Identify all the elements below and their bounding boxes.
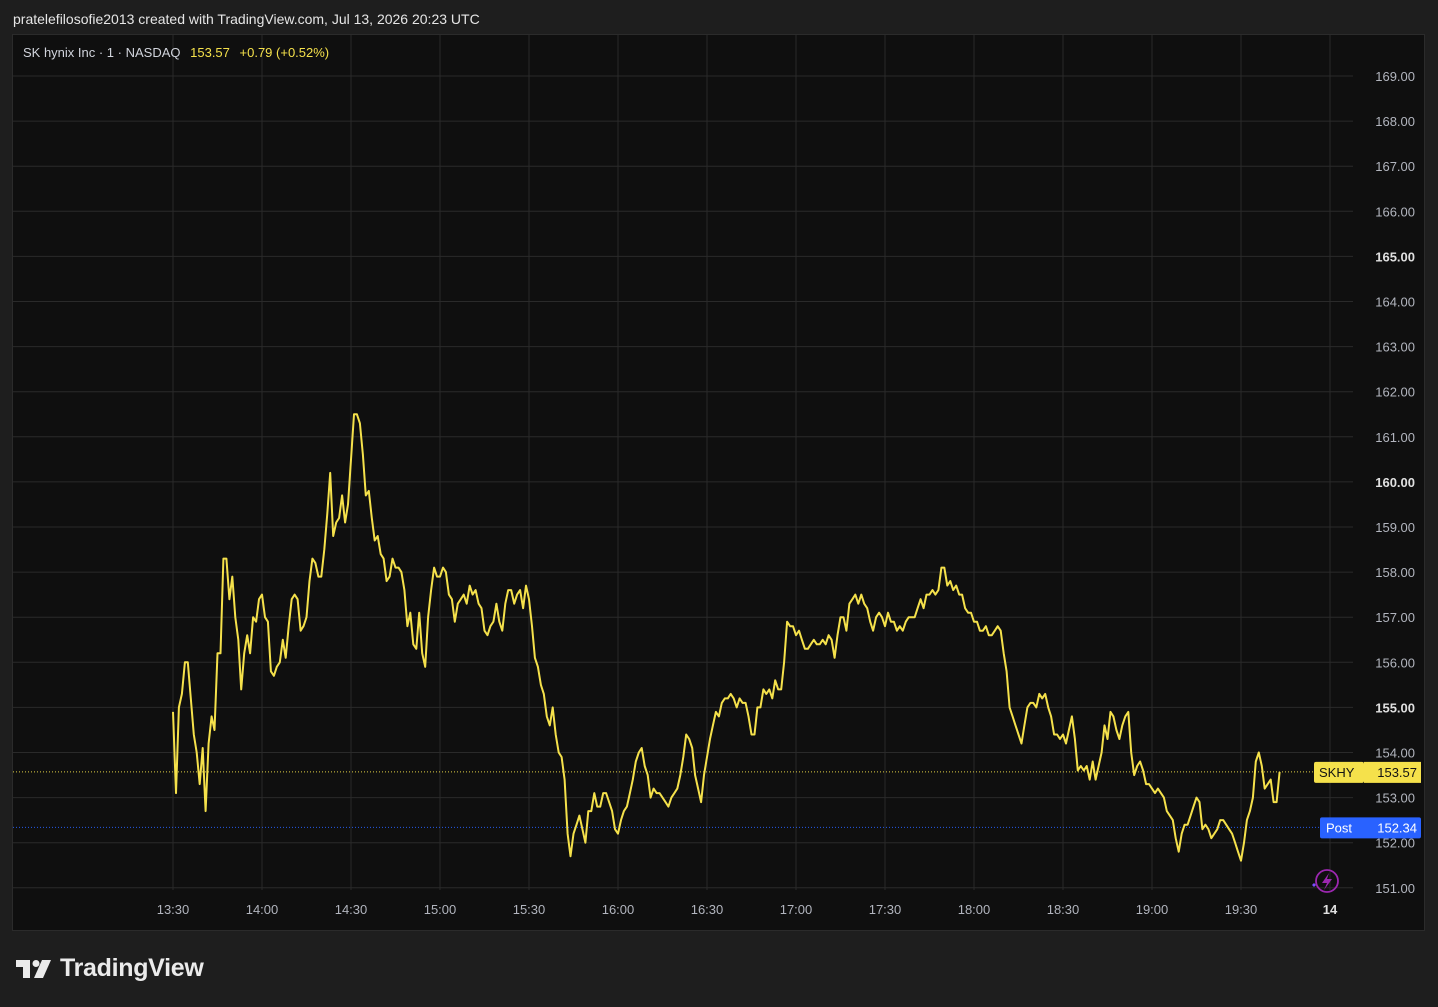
symbol-legend: SK hynix Inc · 1 · NASDAQ 153.57 +0.79 (… bbox=[23, 45, 329, 60]
time-axis-tick-label: 16:00 bbox=[602, 902, 635, 917]
price-axis-tick-label: 169.00 bbox=[1375, 69, 1415, 84]
lightning-bolt-icon[interactable] bbox=[1312, 869, 1339, 893]
time-axis-tick-label: 19:00 bbox=[1136, 902, 1169, 917]
price-axis-tick-label: 166.00 bbox=[1375, 204, 1415, 219]
tradingview-logo-text: TradingView bbox=[60, 954, 204, 982]
last-price-symbol: SKHY bbox=[1319, 765, 1355, 780]
last-price-label: SKHY 153.57 bbox=[1314, 761, 1421, 783]
tradingview-logo[interactable]: TradingView bbox=[16, 954, 204, 983]
price-axis-tick-label: 159.00 bbox=[1375, 520, 1415, 535]
legend-price: 153.57 bbox=[190, 45, 230, 60]
time-axis-tick-label: 19:30 bbox=[1225, 902, 1258, 917]
time-axis-tick-label: 13:30 bbox=[157, 902, 190, 917]
price-axis-tick-label: 164.00 bbox=[1375, 295, 1415, 310]
time-axis-tick-label: 16:30 bbox=[691, 902, 724, 917]
price-axis-tick-label: 167.00 bbox=[1375, 159, 1415, 174]
time-axis-tick-label: 14:30 bbox=[335, 902, 368, 917]
price-axis-tick-label: 165.00 bbox=[1375, 249, 1415, 264]
time-axis-tick-label: 15:00 bbox=[424, 902, 457, 917]
price-axis-tick-label: 154.00 bbox=[1375, 746, 1415, 761]
time-axis-tick-label: 17:30 bbox=[869, 902, 902, 917]
price-axis-tick-label: 158.00 bbox=[1375, 565, 1415, 580]
price-series-line bbox=[172, 413, 1281, 862]
legend-symbol: SK hynix Inc · 1 · NASDAQ bbox=[23, 45, 181, 60]
chart-pane[interactable]: 151.00 152.00 153.00 154.00 155.00 156.00 157.… bbox=[12, 34, 1425, 931]
post-price-text: Post bbox=[1326, 820, 1352, 835]
tradingview-logo-icon bbox=[16, 959, 51, 978]
price-axis-tick-label: 160.00 bbox=[1375, 475, 1415, 490]
price-axis-tick-label: 162.00 bbox=[1375, 385, 1415, 400]
legend-change: +0.79 (+0.52%) bbox=[239, 45, 330, 60]
price-axis-tick-label: 151.00 bbox=[1375, 881, 1415, 896]
last-price-value: 153.57 bbox=[1377, 765, 1417, 780]
time-axis-tick-label: 15:30 bbox=[513, 902, 546, 917]
price-axis-tick-label: 168.00 bbox=[1375, 114, 1415, 129]
price-axis-tick-label: 163.00 bbox=[1375, 340, 1415, 355]
time-axis-tick-label: 18:30 bbox=[1047, 902, 1080, 917]
post-price-value: 152.34 bbox=[1377, 820, 1417, 835]
price-axis-tick-label: 155.00 bbox=[1375, 700, 1415, 715]
chart-credit-line: pratelefilosofie2013 created with Tradin… bbox=[13, 11, 480, 27]
price-axis-tick-label: 157.00 bbox=[1375, 610, 1415, 625]
time-axis-tick-label: 14 bbox=[1323, 902, 1338, 917]
price-chart[interactable]: 151.00152.00153.00154.00155.00156.00157.… bbox=[13, 35, 1426, 932]
time-axis-tick-label: 17:00 bbox=[780, 902, 813, 917]
time-axis-tick-label: 18:00 bbox=[958, 902, 991, 917]
price-axis-tick-label: 156.00 bbox=[1375, 655, 1415, 670]
price-axis-tick-label: 153.00 bbox=[1375, 791, 1415, 806]
time-axis-tick-label: 14:00 bbox=[246, 902, 279, 917]
post-price-label: Post 152.34 bbox=[1320, 817, 1421, 839]
price-axis-tick-label: 161.00 bbox=[1375, 430, 1415, 445]
